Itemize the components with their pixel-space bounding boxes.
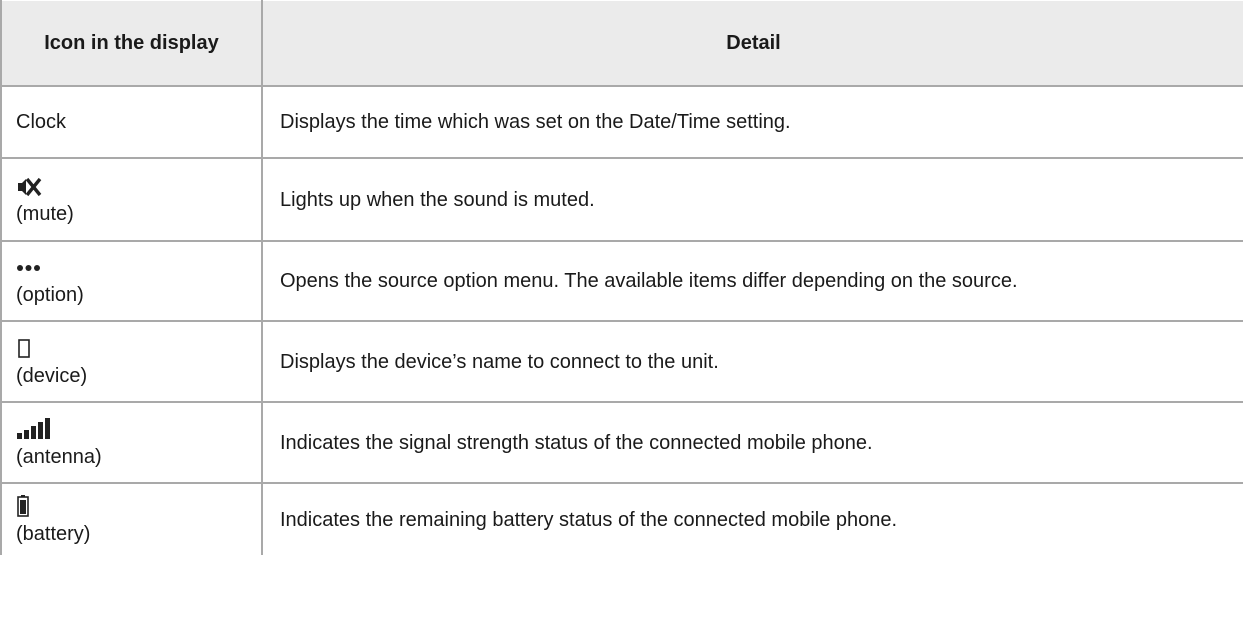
icon-cell: (mute) (1, 158, 263, 242)
icon-table-container: Icon in the display Detail Clock Display… (0, 0, 1243, 632)
table-row: (battery) Indicates the remaining batter… (1, 483, 1243, 555)
table-header-row: Icon in the display Detail (1, 0, 1243, 87)
column-header-detail: Detail (262, 0, 1243, 87)
table-row: Clock Displays the time which was set on… (1, 86, 1243, 159)
icon-label: (device) (16, 364, 88, 387)
detail-cell: Displays the device’s name to connect to… (262, 321, 1243, 403)
icon-cell: (option) (1, 241, 263, 322)
column-header-icon: Icon in the display (1, 0, 263, 87)
antenna-icon (16, 417, 261, 443)
icon-cell: (antenna) (1, 402, 263, 484)
table-row: (mute) Lights up when the sound is muted… (1, 158, 1243, 242)
detail-cell: Displays the time which was set on the D… (262, 86, 1243, 159)
table-row: (device) Displays the device’s name to c… (1, 321, 1243, 403)
icon-cell: Clock (1, 86, 263, 159)
device-icon (16, 336, 261, 362)
icon-label: (battery) (16, 522, 91, 545)
option-icon (16, 255, 261, 281)
mute-icon (16, 174, 261, 200)
table-row: (antenna) Indicates the signal strength … (1, 402, 1243, 484)
detail-cell: Indicates the remaining battery status o… (280, 508, 898, 531)
battery-icon (16, 494, 261, 520)
icon-label: Clock (16, 111, 67, 133)
icon-label: (mute) (16, 202, 74, 225)
detail-cell: Indicates the signal strength status of … (262, 402, 1243, 484)
detail-cell: Lights up when the sound is muted. (262, 158, 1243, 242)
icon-cell: (device) (1, 321, 263, 403)
icon-label: (antenna) (16, 445, 102, 468)
icon-cell: (battery) (1, 483, 263, 555)
icon-table: Icon in the display Detail Clock Display… (0, 0, 1243, 555)
icon-label: (option) (16, 284, 84, 306)
detail-cell: Opens the source option menu. The availa… (262, 241, 1243, 322)
table-row: (option) Opens the source option menu. T… (1, 241, 1243, 322)
